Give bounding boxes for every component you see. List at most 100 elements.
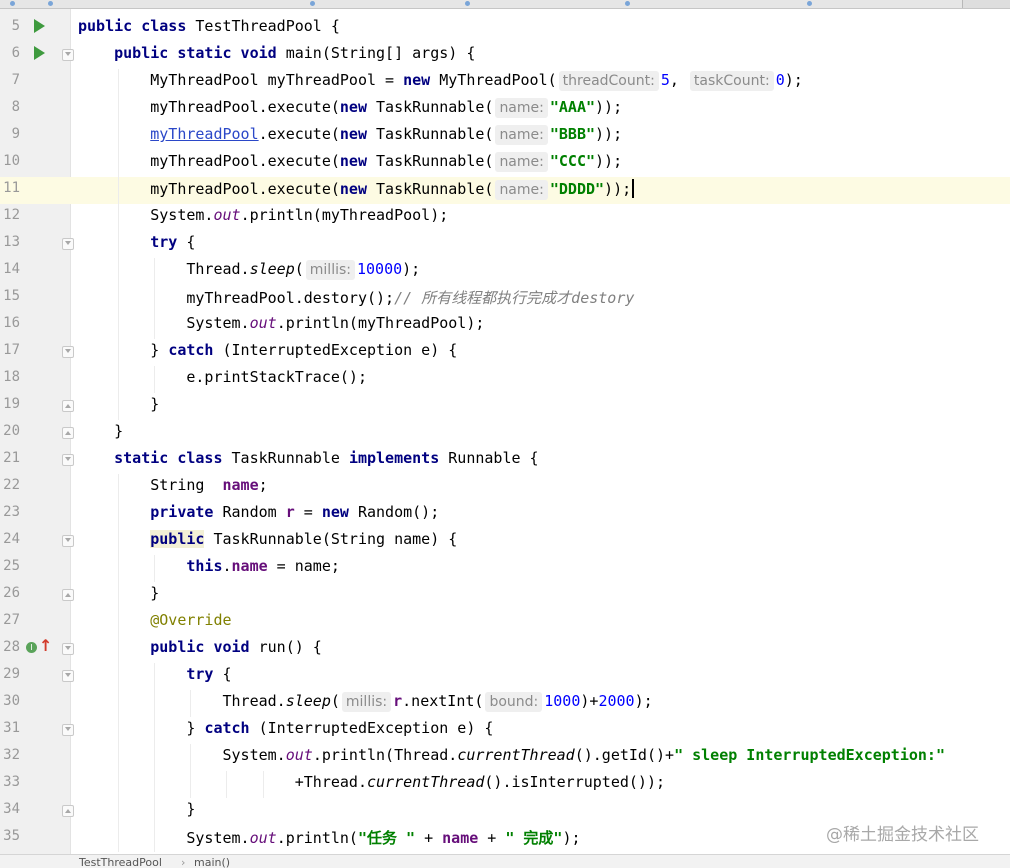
line-number[interactable]: 31 (0, 720, 20, 736)
line-number[interactable]: 22 (0, 477, 20, 493)
code-line[interactable]: 31 } catch (InterruptedException e) { (0, 717, 1010, 744)
line-number[interactable]: 35 (0, 828, 20, 844)
fold-marker-icon[interactable] (62, 454, 74, 466)
line-number[interactable]: 19 (0, 396, 20, 412)
code-line[interactable]: 13 try { (0, 231, 1010, 258)
implements-arrow-icon[interactable]: ↑ (39, 637, 52, 655)
run-gutter-icon[interactable] (34, 46, 45, 60)
line-number[interactable]: 13 (0, 234, 20, 250)
fold-marker-icon[interactable] (62, 427, 74, 439)
code-line[interactable]: 14 Thread.sleep(millis: 10000); (0, 258, 1010, 285)
code-line[interactable]: 19 } (0, 393, 1010, 420)
code-line[interactable]: 27 @Override (0, 609, 1010, 636)
code-line[interactable]: 5 public class TestThreadPool { (0, 15, 1010, 42)
line-number[interactable]: 20 (0, 423, 20, 439)
code-text[interactable]: } (78, 800, 195, 818)
code-text[interactable]: static class TaskRunnable implements Run… (78, 449, 538, 467)
code-text[interactable]: Thread.sleep(millis: r.nextInt(bound: 1000… (78, 692, 653, 712)
fold-marker-icon[interactable] (62, 589, 74, 601)
code-text[interactable]: System.out.println(myThreadPool); (78, 206, 448, 224)
code-text[interactable]: myThreadPool.execute(new TaskRunnable(na… (78, 152, 622, 172)
code-text[interactable]: public TaskRunnable(String name) { (78, 530, 457, 548)
fold-marker-icon[interactable] (62, 724, 74, 736)
code-line[interactable]: 25 this.name = name; (0, 555, 1010, 582)
code-text[interactable]: myThreadPool.destory();// 所有线程都执行完成才dest… (78, 287, 634, 308)
code-text[interactable]: } (78, 395, 159, 413)
code-text[interactable]: +Thread.currentThread().isInterrupted())… (78, 773, 665, 791)
code-text[interactable]: System.out.println("任务 " + name + " 完成")… (78, 827, 580, 848)
code-line[interactable]: 17 } catch (InterruptedException e) { (0, 339, 1010, 366)
line-number[interactable]: 17 (0, 342, 20, 358)
line-number[interactable]: 5 (0, 18, 20, 34)
code-text[interactable]: e.printStackTrace(); (78, 368, 367, 386)
code-line[interactable]: 28 I ↑ public void run() { (0, 636, 1010, 663)
line-number[interactable]: 25 (0, 558, 20, 574)
code-line[interactable]: 6 public static void main(String[] args)… (0, 42, 1010, 69)
editor-tab[interactable] (455, 0, 616, 8)
line-number[interactable]: 15 (0, 288, 20, 304)
fold-marker-icon[interactable] (62, 49, 74, 61)
code-text[interactable]: Thread.sleep(millis: 10000); (78, 260, 420, 280)
code-text[interactable]: @Override (78, 611, 231, 629)
code-text[interactable]: myThreadPool.execute(new TaskRunnable(na… (78, 98, 622, 118)
line-number[interactable]: 24 (0, 531, 20, 547)
editor-tab[interactable] (300, 0, 456, 8)
code-line[interactable]: 8 myThreadPool.execute(new TaskRunnable(… (0, 96, 1010, 123)
line-number[interactable]: 27 (0, 612, 20, 628)
code-line[interactable]: 29 try { (0, 663, 1010, 690)
code-line[interactable]: 11 myThreadPool.execute(new TaskRunnable… (0, 177, 1010, 204)
line-number[interactable]: 26 (0, 585, 20, 601)
code-line[interactable]: 20 } (0, 420, 1010, 447)
implements-method-icon[interactable]: I (26, 642, 37, 653)
code-line[interactable]: 22 String name; (0, 474, 1010, 501)
code-text[interactable]: System.out.println(Thread.currentThread(… (78, 746, 945, 764)
code-text[interactable]: String name; (78, 476, 267, 494)
code-text[interactable]: } catch (InterruptedException e) { (78, 341, 457, 359)
line-number[interactable]: 29 (0, 666, 20, 682)
editor-tab[interactable] (0, 0, 39, 8)
code-line[interactable]: 26 } (0, 582, 1010, 609)
line-number[interactable]: 11 (0, 180, 20, 196)
code-line[interactable]: 10 myThreadPool.execute(new TaskRunnable… (0, 150, 1010, 177)
line-number[interactable]: 34 (0, 801, 20, 817)
line-number[interactable]: 23 (0, 504, 20, 520)
line-number[interactable]: 32 (0, 747, 20, 763)
code-text[interactable]: myThreadPool.execute(new TaskRunnable(na… (78, 125, 622, 145)
line-number[interactable]: 16 (0, 315, 20, 331)
fold-marker-icon[interactable] (62, 805, 74, 817)
run-gutter-icon[interactable] (34, 19, 45, 33)
code-line[interactable]: 9 myThreadPool.execute(new TaskRunnable(… (0, 123, 1010, 150)
code-line[interactable]: 21 static class TaskRunnable implements … (0, 447, 1010, 474)
code-line[interactable]: 23 private Random r = new Random(); (0, 501, 1010, 528)
code-line[interactable]: 15 myThreadPool.destory();// 所有线程都执行完成才d… (0, 285, 1010, 312)
line-number[interactable]: 10 (0, 153, 20, 169)
code-line[interactable]: 33 +Thread.currentThread().isInterrupted… (0, 771, 1010, 798)
code-text[interactable]: System.out.println(myThreadPool); (78, 314, 484, 332)
line-number[interactable]: 33 (0, 774, 20, 790)
line-number[interactable]: 14 (0, 261, 20, 277)
code-text[interactable]: private Random r = new Random(); (78, 503, 439, 521)
fold-marker-icon[interactable] (62, 346, 74, 358)
code-text[interactable]: try { (78, 665, 231, 683)
line-number[interactable]: 30 (0, 693, 20, 709)
line-number[interactable]: 18 (0, 369, 20, 385)
code-line[interactable]: 30 Thread.sleep(millis: r.nextInt(bound: 1… (0, 690, 1010, 717)
fold-marker-icon[interactable] (62, 643, 74, 655)
code-line[interactable]: 18 e.printStackTrace(); (0, 366, 1010, 393)
code-text[interactable]: } (78, 422, 123, 440)
code-text[interactable]: } (78, 584, 159, 602)
line-number[interactable]: 28 (0, 639, 20, 655)
code-text[interactable]: myThreadPool.execute(new TaskRunnable(na… (78, 179, 635, 200)
fold-marker-icon[interactable] (62, 238, 74, 250)
breadcrumb-item-method[interactable]: main() (194, 856, 230, 868)
line-number[interactable]: 21 (0, 450, 20, 466)
line-number[interactable]: 7 (0, 72, 20, 88)
line-number[interactable]: 6 (0, 45, 20, 61)
line-number[interactable]: 12 (0, 207, 20, 223)
code-text[interactable]: MyThreadPool myThreadPool = new MyThread… (78, 71, 803, 91)
code-line[interactable]: 24 public TaskRunnable(String name) { (0, 528, 1010, 555)
fold-marker-icon[interactable] (62, 670, 74, 682)
code-line[interactable]: 12 System.out.println(myThreadPool); (0, 204, 1010, 231)
code-line[interactable]: 7 MyThreadPool myThreadPool = new MyThre… (0, 69, 1010, 96)
code-text[interactable]: } catch (InterruptedException e) { (78, 719, 493, 737)
